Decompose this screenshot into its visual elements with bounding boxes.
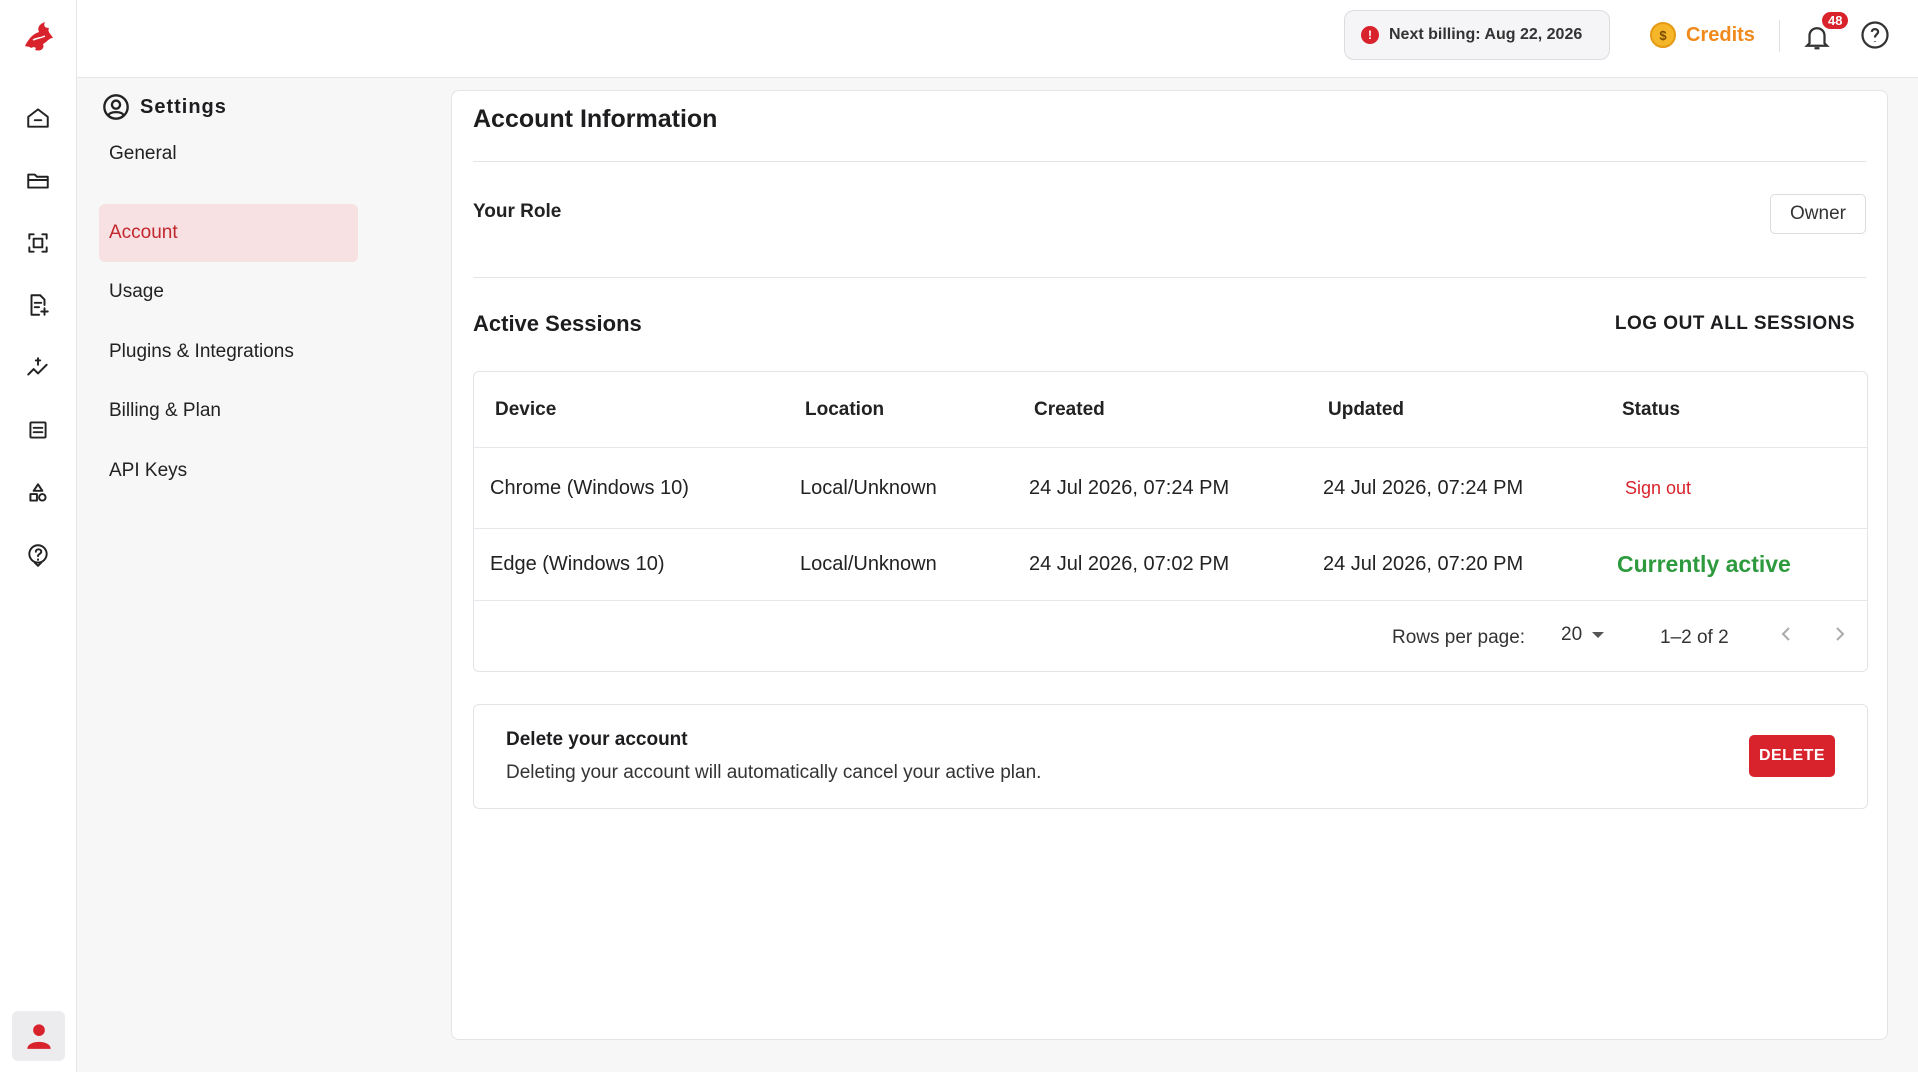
table-pagination: Rows per page: 20 1–2 of 2 — [474, 602, 1867, 671]
cell-location: Local/Unknown — [800, 553, 937, 575]
cell-device: Chrome (Windows 10) — [490, 476, 689, 499]
chevron-right-icon — [1836, 627, 1845, 641]
price-trend-icon[interactable] — [24, 354, 52, 382]
table-row: Edge (Windows 10) Local/Unknown 24 Jul 2… — [474, 529, 1867, 601]
page-title: Account Information — [473, 105, 718, 133]
sidebar-item-label: General — [109, 143, 177, 164]
sidebar-item-general[interactable]: General — [99, 125, 358, 183]
user-icon — [26, 1024, 51, 1049]
top-bar: ! Next billing: Aug 22, 2026 $ Credits 4… — [77, 0, 1918, 78]
user-circle-icon — [103, 94, 129, 120]
sidebar-item-plugins[interactable]: Plugins & Integrations — [99, 323, 358, 381]
account-panel: Account Information Your Role Owner Acti… — [451, 90, 1888, 1040]
sign-out-link[interactable]: Sign out — [1625, 478, 1691, 499]
credits-button[interactable]: $ Credits — [1650, 20, 1755, 50]
question-icon — [1861, 21, 1889, 49]
cell-location: Local/Unknown — [800, 476, 937, 499]
help-circle-icon[interactable] — [24, 541, 52, 569]
role-label: Your Role — [473, 201, 562, 222]
delete-account-title: Delete your account — [506, 729, 688, 750]
folder-icon[interactable] — [24, 166, 52, 194]
sidebar-item-label: Account — [109, 222, 178, 243]
shapes-icon[interactable] — [24, 479, 52, 507]
delete-account-button[interactable]: DELETE — [1749, 735, 1835, 777]
sidebar-item-label: Billing & Plan — [109, 400, 221, 421]
help-button[interactable] — [1860, 20, 1892, 52]
sidebar-item-account[interactable]: Account — [99, 204, 358, 262]
billing-text: Next billing: Aug 22, 2026 — [1389, 26, 1583, 43]
table-header-row: Device Location Created Updated Status — [474, 372, 1867, 448]
cell-device: Edge (Windows 10) — [490, 553, 665, 575]
delete-account-section: Delete your account Deleting your accoun… — [473, 704, 1868, 809]
rows-per-page-label: Rows per page: — [1392, 627, 1526, 648]
coin-icon: $ — [1650, 22, 1676, 48]
table-row: Chrome (Windows 10) Local/Unknown 24 Jul… — [474, 448, 1867, 529]
sidebar-item-billing[interactable]: Billing & Plan — [99, 382, 358, 440]
column-header-status: Status — [1622, 398, 1681, 420]
divider — [473, 277, 1866, 278]
sessions-title: Active Sessions — [473, 311, 642, 336]
credits-label: Credits — [1686, 23, 1755, 46]
pagination-range: 1–2 of 2 — [1660, 627, 1729, 648]
rows-per-page-select[interactable]: 20 — [1561, 624, 1605, 646]
list-icon[interactable] — [24, 416, 52, 444]
document-add-icon[interactable] — [24, 291, 52, 319]
settings-header: Settings — [102, 93, 227, 121]
billing-notice[interactable]: ! Next billing: Aug 22, 2026 — [1344, 10, 1610, 60]
column-header-location: Location — [805, 398, 885, 420]
role-badge: Owner — [1770, 194, 1866, 234]
divider — [473, 161, 1866, 162]
cell-updated: 24 Jul 2026, 07:24 PM — [1323, 476, 1524, 499]
column-header-device: Device — [495, 398, 557, 420]
scan-icon[interactable] — [24, 229, 52, 257]
home-icon[interactable] — [24, 104, 52, 132]
sidebar-item-api-keys[interactable]: API Keys — [99, 442, 358, 500]
previous-page-button[interactable] — [1774, 622, 1802, 650]
logout-all-sessions-button[interactable]: LOG OUT ALL SESSIONS — [1615, 313, 1855, 335]
notification-badge: 48 — [1822, 12, 1849, 29]
sidebar-item-label: Plugins & Integrations — [109, 341, 294, 362]
sidebar-item-label: API Keys — [109, 460, 188, 481]
column-header-updated: Updated — [1328, 398, 1404, 420]
sidebar-item-label: Usage — [109, 281, 164, 302]
cell-created: 24 Jul 2026, 07:02 PM — [1029, 553, 1230, 575]
delete-account-description: Deleting your account will automatically… — [506, 762, 1042, 783]
settings-sidebar: Settings General Account Usage Plugins &… — [77, 78, 452, 1072]
notifications-button[interactable]: 48 — [1802, 12, 1849, 54]
next-page-button[interactable] — [1828, 622, 1856, 650]
icon-rail — [0, 0, 77, 1072]
rows-per-page-value: 20 — [1561, 624, 1583, 645]
status-badge: Currently active — [1617, 551, 1791, 577]
caret-down-icon — [1592, 632, 1605, 638]
settings-title: Settings — [140, 95, 227, 118]
sessions-table: Device Location Created Updated Status C… — [473, 371, 1868, 672]
cell-created: 24 Jul 2026, 07:24 PM — [1029, 476, 1230, 499]
user-avatar[interactable] — [12, 1011, 65, 1061]
topbar-divider — [1779, 20, 1780, 52]
brand-logo-icon[interactable] — [19, 16, 59, 56]
sidebar-item-usage[interactable]: Usage — [99, 263, 358, 321]
column-header-created: Created — [1034, 398, 1105, 420]
cell-updated: 24 Jul 2026, 07:20 PM — [1323, 553, 1524, 575]
alert-icon: ! — [1361, 26, 1379, 44]
chevron-left-icon — [1781, 627, 1790, 641]
